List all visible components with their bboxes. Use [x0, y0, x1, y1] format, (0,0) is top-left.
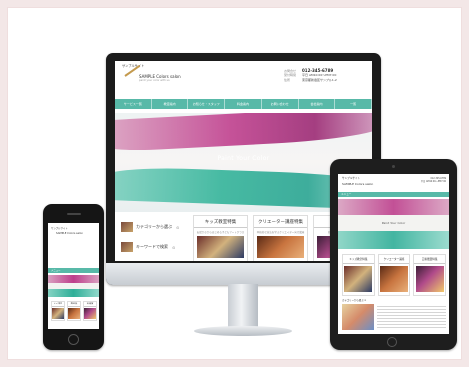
card-image: [380, 266, 408, 292]
card-subtitle: お絵かきからはじめる子どもアートクラス: [196, 231, 245, 234]
site-header: サンプルサイト SAMPLE Colors salon paint your c…: [115, 61, 372, 95]
monitor-stand: [228, 284, 258, 328]
nav-item[interactable]: サービス一覧: [115, 99, 152, 109]
feature-card[interactable]: キッズ教室特集 お絵かきからはじめる子どもアートクラス: [193, 215, 248, 261]
home-button[interactable]: [387, 337, 397, 347]
list-item[interactable]: カテゴリーから選ぶ ⊙: [121, 217, 191, 237]
phone-screen: サンプルサイト SAMPLE Colors salon メニュー キッズ教室 講…: [48, 223, 99, 329]
site-sample-label: サンプルサイト: [51, 227, 68, 230]
tablet-screen: サンプルサイト SAMPLE Colors salon 012-345-6789…: [338, 174, 449, 334]
card-image: [415, 266, 444, 292]
article-text: [377, 304, 446, 330]
address-label: 住所: [284, 77, 291, 82]
contact-block: お問合せ 012-345-6789 受付時間 平日 AM10:00〜PM7:00 住…: [284, 68, 364, 82]
nav-item[interactable]: 料金案内: [225, 99, 262, 109]
menu-label: メニュー: [341, 193, 352, 196]
pink-paint-stroke: [338, 199, 449, 215]
side-list: カテゴリーから選ぶ ⊙ キーワードで検索 ⊙: [121, 217, 191, 257]
card-title: 講座特集: [68, 302, 80, 307]
card-image: [68, 308, 80, 319]
nav-item[interactable]: 一覧: [335, 99, 372, 109]
teal-paint-stroke: [338, 231, 449, 249]
hero-banner: [48, 275, 99, 297]
hours-value: 平日 AM10:00〜PM7:00: [420, 180, 446, 183]
card-title: クリエーター講座: [378, 255, 410, 264]
card-title: クリエーター講座特集: [254, 216, 307, 228]
card-image: [197, 236, 244, 258]
feature-card[interactable]: クリエーター講座特集 本格的な技法を学ぶクリエイター向け講座: [253, 215, 308, 261]
hero-slogan: Paint Your Color: [381, 221, 406, 225]
list-item[interactable]: キーワードで検索 ⊙: [121, 237, 191, 257]
logo-tagline: paint your color with us: [139, 79, 170, 82]
address-value: 東京都新宿区サンプル1-2: [302, 77, 337, 82]
feature-card[interactable]: キッズ教室: [51, 301, 65, 321]
card-title: 芸術鑑賞特集: [414, 255, 446, 264]
nav-item[interactable]: お問い合わせ: [262, 99, 299, 109]
feature-cards: キッズ教室特集 クリエーター講座 芸術鑑賞特集: [342, 254, 447, 296]
card-image: [84, 308, 96, 319]
camera-icon: [392, 165, 395, 168]
article-image: [342, 304, 374, 330]
contact-block: 012-345-6789 平日 AM10:00〜PM7:00: [421, 177, 446, 183]
pink-paint-stroke: [48, 275, 99, 283]
pink-paint-stroke: [115, 113, 372, 153]
speaker-icon: [67, 213, 81, 215]
site-sample-label: サンプルサイト: [342, 177, 361, 180]
list-thumbnail: [121, 222, 133, 232]
feature-cards: キッズ教室 講座特集 芸術鑑賞: [51, 301, 97, 321]
card-title: キッズ教室: [52, 302, 64, 307]
nav-item[interactable]: 教室案内: [152, 99, 189, 109]
feature-card[interactable]: 芸術鑑賞特集: [413, 254, 447, 296]
feature-card[interactable]: 芸術鑑賞: [83, 301, 97, 321]
global-nav: サービス一覧 教室案内 お知らせ・スタッフ 料金案内 お問い合わせ 会社案内 一…: [115, 99, 372, 109]
list-item-label: キーワードで検索: [136, 244, 168, 249]
circle-arrow-icon: ⊙: [176, 224, 180, 230]
menu-bar[interactable]: メニュー: [338, 192, 449, 197]
card-title: 芸術鑑賞: [84, 302, 96, 307]
card-title: キッズ教室特集: [343, 255, 374, 264]
showcase-frame: サンプルサイト SAMPLE Colors salon paint your c…: [8, 8, 461, 359]
phone-device: サンプルサイト SAMPLE Colors salon メニュー キッズ教室 講…: [43, 204, 104, 350]
feature-card[interactable]: キッズ教室特集: [342, 254, 375, 296]
card-image: [257, 236, 304, 258]
site-logo[interactable]: SAMPLE Colors salon: [342, 182, 373, 186]
card-image: [344, 266, 373, 292]
feature-card[interactable]: クリエーター講座: [377, 254, 411, 296]
menu-label: メニュー: [51, 269, 61, 272]
feature-card[interactable]: 講座特集: [67, 301, 81, 321]
card-subtitle: 本格的な技法を学ぶクリエイター向け講座: [256, 231, 305, 234]
monitor-base: [194, 326, 292, 336]
hours-value: 平日 AM10:00〜PM7:00: [302, 73, 337, 78]
home-button[interactable]: [68, 334, 79, 345]
circle-arrow-icon: ⊙: [172, 244, 176, 250]
list-thumbnail: [121, 242, 133, 252]
card-image: [52, 308, 64, 319]
card-title: キッズ教室特集: [194, 216, 247, 228]
hero-banner: Paint Your Color: [338, 199, 449, 249]
category-heading[interactable]: カテゴリーから選ぶ ⊙: [342, 298, 366, 302]
tablet-device: サンプルサイト SAMPLE Colors salon 012-345-6789…: [330, 159, 457, 350]
teal-paint-stroke: [48, 289, 99, 297]
menu-bar[interactable]: メニュー: [48, 268, 99, 273]
list-item-label: カテゴリーから選ぶ: [136, 224, 172, 229]
site-logo[interactable]: SAMPLE Colors salon: [56, 232, 83, 235]
site-logo[interactable]: SAMPLE Colors salon paint your color wit…: [124, 64, 215, 91]
nav-item[interactable]: お知らせ・スタッフ: [188, 99, 226, 109]
nav-item[interactable]: 会社案内: [299, 99, 336, 109]
feature-article[interactable]: [342, 304, 446, 330]
site-sample-label: サンプルサイト: [122, 64, 145, 68]
